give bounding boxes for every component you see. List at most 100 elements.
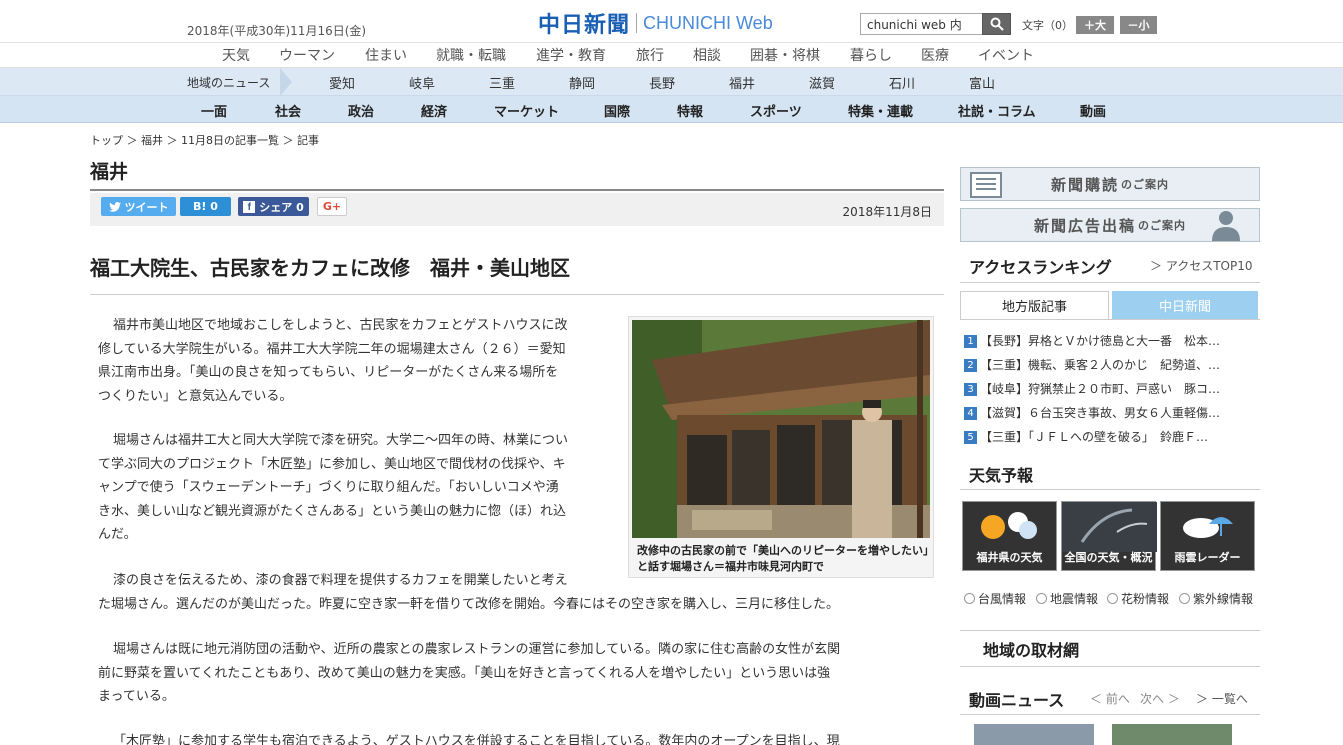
pollen-info-link[interactable]: 花粉情報 xyxy=(1107,590,1169,607)
ranking-text: 【長野】昇格とＶかけ徳島と大一番 松本… xyxy=(980,334,1221,348)
weather-tile-radar[interactable]: 雨雲レーダー xyxy=(1160,501,1255,571)
article-photo[interactable] xyxy=(632,320,930,538)
ranking-item[interactable]: 5 【三重】「ＪＦＬへの壁を破る」 鈴鹿Ｆ… xyxy=(964,428,1208,445)
tab-chunichi[interactable]: 中日新聞 xyxy=(1112,291,1258,319)
article-line: まっている。 xyxy=(98,689,175,704)
rank-number: 3 xyxy=(964,383,977,396)
category-nav-item[interactable]: 囲碁・将棋 xyxy=(750,45,820,65)
category-nav-item[interactable]: 進学・教育 xyxy=(536,45,606,65)
subscription-banner-sub: のご案内 xyxy=(1121,178,1169,191)
category-nav-item[interactable]: 医療 xyxy=(921,45,949,65)
category-nav-item[interactable]: 住まい xyxy=(365,45,407,65)
ranking-text: 【三重】「ＪＦＬへの壁を破る」 鈴鹿Ｆ… xyxy=(980,430,1209,444)
weather-tile-label: 全国の天気・概況 xyxy=(1064,551,1153,564)
main-nav-item[interactable]: 一面 xyxy=(201,101,227,120)
ranking-text: 【三重】機転、乗客２人のかじ 紀勢道、… xyxy=(980,358,1221,372)
category-nav: 天気 ウーマン 住まい 就職・転職 進学・教育 旅行 相談 囲碁・将棋 暮らし … xyxy=(0,43,1343,68)
video-next-button[interactable]: 次へ ＞ xyxy=(1140,690,1180,707)
article-line: き水、美しい山など観光資源がたくさんある」という美山の魅力に惚（ほ）れ込 xyxy=(98,503,567,519)
font-size-label: 文字（0） xyxy=(1022,19,1073,32)
main-nav-item[interactable]: 社会 xyxy=(275,101,301,120)
weather-tile-national[interactable]: 全国の天気・概況 xyxy=(1061,501,1157,571)
local-network-link[interactable]: 地域の取材網 xyxy=(983,637,1079,661)
google-plus-button[interactable]: G+ xyxy=(317,197,347,216)
category-nav-item[interactable]: 暮らし xyxy=(850,45,892,65)
category-nav-item[interactable]: イベント xyxy=(978,45,1034,65)
ranking-item[interactable]: 1 【長野】昇格とＶかけ徳島と大一番 松本… xyxy=(964,332,1220,349)
ranking-text: 【岐阜】狩猟禁止２０市町、戸惑い 豚コ… xyxy=(980,382,1221,396)
region-nav-item[interactable]: 滋賀 xyxy=(809,73,835,92)
section-title: 福井 xyxy=(90,161,129,183)
video-news-title: 動画ニュース xyxy=(969,691,1065,710)
main-nav-item[interactable]: 政治 xyxy=(348,101,374,120)
category-nav-item[interactable]: 就職・転職 xyxy=(436,45,506,65)
ranking-item[interactable]: 3 【岐阜】狩猟禁止２０市町、戸惑い 豚コ… xyxy=(964,380,1220,397)
video-prev-button[interactable]: ＜ 前へ xyxy=(1090,690,1130,707)
advertising-banner[interactable]: 新聞広告出稿 のご案内 xyxy=(960,208,1260,242)
uv-info-link[interactable]: 紫外線情報 xyxy=(1179,590,1253,607)
font-larger-button[interactable]: ＋大 xyxy=(1076,16,1114,34)
advertising-banner-sub: のご案内 xyxy=(1138,219,1186,232)
main-nav-item[interactable]: 特報 xyxy=(677,101,703,120)
region-nav-item[interactable]: 長野 xyxy=(649,73,675,92)
region-nav-item[interactable]: 福井 xyxy=(729,73,755,92)
tab-local-articles[interactable]: 地方版記事 xyxy=(960,291,1109,319)
main-nav-item[interactable]: マーケット xyxy=(494,101,559,120)
typhoon-info-label: 台風情報 xyxy=(978,592,1027,606)
category-nav-item[interactable]: ウーマン xyxy=(279,45,335,65)
video-list-link[interactable]: ＞ 一覧へ xyxy=(1196,690,1248,707)
main-nav-item[interactable]: スポーツ xyxy=(750,101,802,120)
category-nav-item[interactable]: 相談 xyxy=(693,45,721,65)
category-nav-item[interactable]: 旅行 xyxy=(636,45,664,65)
ranking-item[interactable]: 4 【滋賀】６台玉突き事故、男女６人重軽傷… xyxy=(964,404,1220,421)
tweet-label: ツイート xyxy=(124,200,169,214)
typhoon-info-link[interactable]: 台風情報 xyxy=(964,590,1026,607)
tab-underline xyxy=(960,319,1260,320)
region-nav-item[interactable]: 愛知 xyxy=(329,73,355,92)
video-thumbnail[interactable] xyxy=(1112,724,1232,745)
article-figure: 改修中の古民家の前で「美山へのリピーターを増やしたい」と話す堀場さん＝福井市味見… xyxy=(628,316,934,578)
region-nav-item[interactable]: 岐阜 xyxy=(409,73,435,92)
weather-tile-fukui[interactable]: 福井県の天気 xyxy=(962,501,1057,571)
article-line: んだ。 xyxy=(98,527,137,542)
region-nav-item[interactable]: 石川 xyxy=(889,73,915,92)
ranking-top10-link[interactable]: ＞ アクセスTOP10 xyxy=(1150,257,1253,274)
article-paragraph: 堀場さんは福井工大と同大大学院で漆を研究。大学二〜四年の時、林業につい て学ぶ同… xyxy=(98,429,618,547)
logo-japanese: 中日新聞 xyxy=(538,13,631,38)
main-nav-item[interactable]: 経済 xyxy=(421,101,447,120)
section-divider xyxy=(90,189,944,191)
category-nav-item[interactable]: 天気 xyxy=(222,45,250,65)
facebook-share-button[interactable]: f シェア 0 xyxy=(238,197,309,216)
region-nav: 地域のニュース 愛知 岐阜 三重 静岡 長野 福井 滋賀 石川 富山 xyxy=(0,68,1343,96)
main-nav-item[interactable]: 国際 xyxy=(604,101,630,120)
article-date: 2018年11月8日 xyxy=(842,205,932,219)
hatena-bookmark-button[interactable]: B! 0 xyxy=(180,197,231,216)
earthquake-info-link[interactable]: 地震情報 xyxy=(1036,590,1098,607)
main-nav-item[interactable]: 動画 xyxy=(1080,101,1106,120)
region-nav-item[interactable]: 三重 xyxy=(489,73,515,92)
video-thumbnail[interactable] xyxy=(974,724,1094,745)
ranking-item[interactable]: 2 【三重】機転、乗客２人のかじ 紀勢道、… xyxy=(964,356,1220,373)
top-header: 2018年(平成30年)11月16日(金) 中日新聞 CHUNICHI Web … xyxy=(0,0,1343,43)
article-line: 堀場さんは福井工大と同大大学院で漆を研究。大学二〜四年の時、林業につい xyxy=(113,433,569,448)
article-line: 漆の良さを伝えるため、漆の食器で料理を提供するカフェを開業したいと考え xyxy=(113,573,568,588)
main-nav-item[interactable]: 社説・コラム xyxy=(958,101,1036,120)
article-line: つくりたい」と意気込んでいる。 xyxy=(98,388,293,404)
region-nav-item[interactable]: 富山 xyxy=(969,73,995,92)
region-nav-label: 地域のニュース xyxy=(187,76,271,90)
site-logo[interactable]: 中日新聞 CHUNICHI Web xyxy=(538,9,773,39)
breadcrumb[interactable]: トップ ＞ 福井 ＞ 11月8日の記事一覧 ＞ 記事 xyxy=(90,132,319,148)
rank-number: 2 xyxy=(964,359,977,372)
article-line: 堀場さんは既に地元消防団の活動や、近所の農家との農家レストランの運営に参加してい… xyxy=(113,642,841,657)
weather-tile-label: 福井県の天気 xyxy=(976,551,1043,564)
font-smaller-button[interactable]: －小 xyxy=(1120,16,1157,34)
subscription-banner[interactable]: 新聞購読 のご案内 xyxy=(960,167,1260,201)
search-button[interactable] xyxy=(982,13,1011,35)
facebook-icon: f xyxy=(243,200,256,213)
article-paragraph: 漆の良さを伝えるため、漆の食器で料理を提供するカフェを開業したいと考え た堀場さ… xyxy=(98,569,928,616)
article-line: 福井市美山地区で地域おこしをしようと、古民家をカフェとゲストハウスに改 xyxy=(113,318,568,333)
main-nav-item[interactable]: 特集・連載 xyxy=(848,101,913,120)
tweet-button[interactable]: ツイート xyxy=(101,197,176,216)
region-nav-item[interactable]: 静岡 xyxy=(569,73,595,92)
newspaper-icon xyxy=(970,172,1002,198)
